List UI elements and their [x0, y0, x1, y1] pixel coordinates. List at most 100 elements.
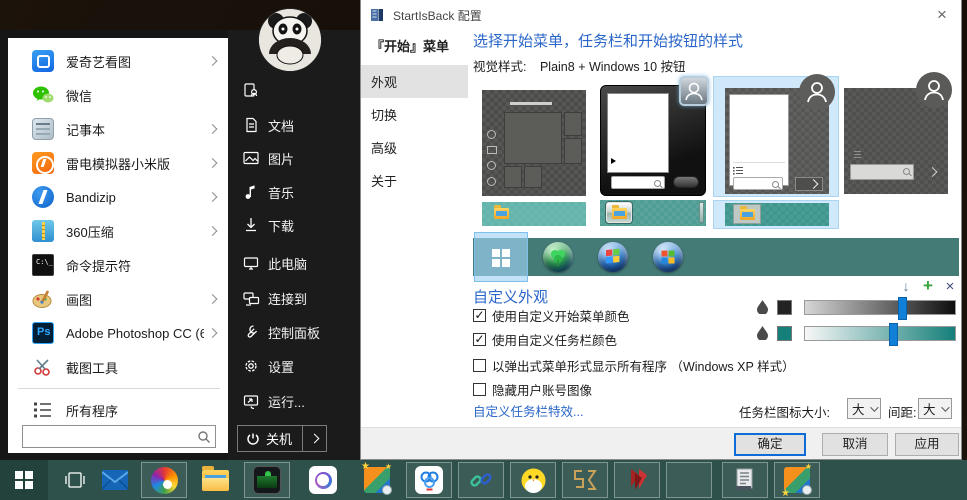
settings-gear-icon — [242, 357, 260, 375]
sidebar-item-about[interactable]: 关于 — [361, 164, 468, 197]
sidebar-item-advanced[interactable]: 高级 — [361, 131, 468, 164]
start-button-option-windows10[interactable] — [474, 232, 528, 282]
checkbox-icon[interactable] — [473, 383, 486, 396]
start-button-option-green-orb[interactable] — [543, 242, 573, 272]
all-programs-icon — [32, 399, 54, 421]
app-item-360zip[interactable]: 360压缩 — [8, 214, 230, 248]
all-programs-label: 所有程序 — [66, 401, 204, 420]
place-item-settings[interactable]: 设置 — [228, 351, 360, 381]
style-thumbnail-plain8[interactable] — [725, 88, 829, 194]
checkbox-hide-user-avatar[interactable]: 隐藏用户账号图像 — [473, 380, 592, 399]
place-item-user-files[interactable] — [228, 75, 360, 105]
list-icon — [732, 467, 758, 493]
color-droplet-icon[interactable] — [757, 300, 768, 314]
style-thumbnail-windows10[interactable] — [482, 90, 586, 196]
app-item-notepad[interactable]: 记事本 — [8, 112, 230, 146]
game-collage-button[interactable]: ★ ★ — [354, 462, 400, 498]
app-item-wechat[interactable]: 微信 — [8, 78, 230, 112]
orange-window-button[interactable] — [666, 462, 712, 498]
shutdown-options-arrow[interactable] — [303, 426, 326, 451]
place-label: 设置 — [268, 357, 294, 376]
all-programs-item[interactable]: 所有程序 — [8, 393, 230, 427]
mail-app-button[interactable] — [92, 462, 138, 498]
apply-button[interactable]: 应用 — [895, 433, 959, 456]
slider-thumb[interactable] — [898, 297, 907, 320]
start-search-box[interactable] — [22, 425, 216, 448]
slider-thumb[interactable] — [889, 323, 898, 346]
dialog-titlebar[interactable]: StartIsBack 配置 × — [361, 0, 961, 30]
checkbox-icon[interactable] — [473, 309, 486, 322]
checkbox-label: 以弹出式菜单形式显示所有程序 （Windows XP 样式） — [492, 356, 795, 375]
taskbar-preview-plain8[interactable] — [725, 203, 829, 226]
red-arrows-app-button[interactable] — [614, 462, 660, 498]
chick-app-button[interactable] — [510, 462, 556, 498]
blue-circles-app-button[interactable] — [406, 462, 452, 498]
place-item-this-pc[interactable]: 此电脑 — [228, 248, 360, 278]
place-label: 音乐 — [268, 183, 294, 202]
checkbox-popup-all-programs[interactable]: 以弹出式菜单形式显示所有程序 （Windows XP 样式） — [473, 356, 795, 375]
cancel-button[interactable]: 取消 — [822, 433, 888, 456]
gold-ss-app-button[interactable] — [562, 462, 608, 498]
checkbox-custom-startmenu-color[interactable]: 使用自定义开始菜单颜色 — [473, 306, 630, 325]
place-item-pictures[interactable]: 图片 — [228, 143, 360, 173]
app-item-bandizip[interactable]: Bandizip — [8, 180, 230, 214]
preview-avatar-circle — [799, 74, 835, 110]
place-item-run[interactable]: 运行... — [228, 386, 360, 416]
app-item-snipping[interactable]: 截图工具 — [8, 350, 230, 384]
start-button-option-windows7-orb[interactable] — [598, 242, 628, 272]
app-item-paint[interactable]: 画图 — [8, 282, 230, 316]
shutdown-button[interactable]: 关机 — [237, 425, 327, 452]
app-label: 360压缩 — [66, 222, 204, 241]
taskbar-start-button[interactable] — [0, 460, 48, 500]
desktop: 爱奇艺看图 微信 记事本 雷电模拟器小米版 Bandizi — [0, 0, 967, 500]
taskbar-preview-aero[interactable] — [600, 200, 706, 226]
mail-icon — [102, 470, 128, 490]
startmenu-color-swatch[interactable] — [777, 300, 792, 315]
app-item-photoshop[interactable]: Adobe Photoshop CC (64 Bit) — [8, 316, 230, 350]
place-item-music[interactable]: 音乐 — [228, 177, 360, 207]
taskbar-color-swatch[interactable] — [777, 326, 792, 341]
checkbox-custom-taskbar-color[interactable]: 使用自定义任务栏颜色 — [473, 330, 617, 349]
ring-app-button[interactable] — [300, 462, 346, 498]
sidebar-item-switching[interactable]: 切换 — [361, 98, 468, 131]
place-item-connect-to[interactable]: 连接到 — [228, 283, 360, 313]
app-item-ld-emulator[interactable]: 雷电模拟器小米版 — [8, 146, 230, 180]
link-app-button[interactable] — [458, 462, 504, 498]
app-label: 记事本 — [66, 120, 204, 139]
icon-size-label: 任务栏图标大小: — [739, 402, 830, 421]
style-thumbnail-plain10[interactable] — [844, 88, 948, 194]
ok-button[interactable]: 确定 — [734, 433, 806, 456]
style-thumbnail-aero[interactable] — [600, 85, 706, 196]
icon-size-dropdown[interactable]: 大 — [847, 398, 881, 419]
browser-app-button[interactable] — [141, 462, 187, 498]
game-collage-2-button[interactable]: ★ ★ — [774, 462, 820, 498]
taskbar-color-slider[interactable] — [804, 326, 956, 341]
visual-style-value[interactable]: Plain8 + Windows 10 按钮 — [540, 60, 686, 74]
place-item-downloads[interactable]: 下载 — [228, 210, 360, 240]
checkbox-label: 使用自定义任务栏颜色 — [492, 330, 617, 349]
remove-style-icon[interactable]: × — [941, 278, 959, 296]
close-icon[interactable]: × — [931, 4, 953, 26]
color-droplet-icon[interactable] — [757, 326, 768, 340]
app-item-cmd[interactable]: 命令提示符 — [8, 248, 230, 282]
place-item-documents[interactable]: 文档 — [228, 110, 360, 140]
place-item-control-panel[interactable]: 控制面板 — [228, 317, 360, 347]
startmenu-color-slider[interactable] — [804, 300, 956, 315]
taskbar-preview-windows10[interactable] — [482, 202, 586, 226]
search-input[interactable] — [27, 427, 195, 446]
add-style-icon[interactable]: + — [919, 276, 937, 294]
list-app-button[interactable] — [722, 462, 768, 498]
user-avatar[interactable] — [258, 8, 322, 72]
spacing-dropdown[interactable]: 大 — [918, 398, 952, 419]
download-style-icon[interactable]: ↓ — [897, 278, 915, 296]
taskbar-fx-link[interactable]: 自定义任务栏特效... — [473, 401, 583, 420]
task-view-icon — [64, 471, 86, 489]
sidebar-item-appearance[interactable]: 外观 — [361, 65, 468, 98]
notepad-icon — [32, 118, 54, 140]
app-item-iqiyi[interactable]: 爱奇艺看图 — [8, 44, 230, 78]
android-emulator-button[interactable] — [244, 462, 290, 498]
file-explorer-button[interactable] — [192, 462, 238, 498]
start-button-option-windows8-orb[interactable] — [653, 242, 683, 272]
checkbox-icon[interactable] — [473, 359, 486, 372]
checkbox-icon[interactable] — [473, 333, 486, 346]
